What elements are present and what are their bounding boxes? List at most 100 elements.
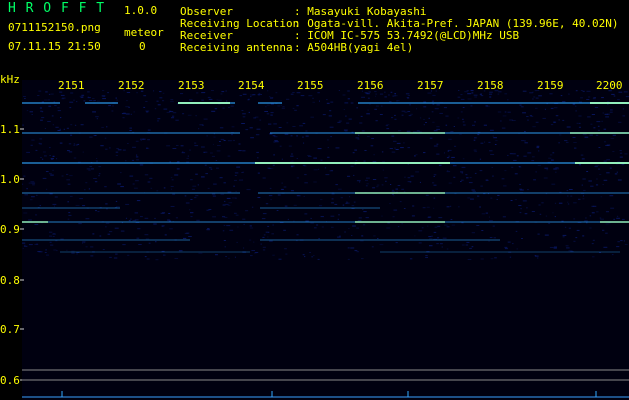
noise-speckle [312,97,314,99]
noise-speckle [149,177,153,179]
noise-speckle [580,97,584,99]
noise-speckle [206,229,210,231]
noise-speckle [446,206,450,208]
noise-speckle [129,130,132,131]
noise-speckle [480,95,484,97]
noise-speckle [262,177,266,179]
noise-speckle [460,98,465,100]
noise-speckle [228,106,230,108]
noise-speckle [178,250,183,252]
noise-speckle [404,111,408,113]
noise-speckle [288,145,292,147]
noise-speckle [114,227,119,229]
noise-speckle [357,220,362,222]
noise-speckle [262,236,265,238]
noise-speckle [231,197,236,199]
noise-speckle [476,225,480,226]
noise-speckle [365,185,368,187]
noise-speckle [531,160,535,162]
noise-speckle [521,238,523,239]
noise-speckle [236,241,238,243]
noise-speckle [501,178,505,180]
noise-speckle [337,121,341,123]
noise-speckle [215,160,218,161]
noise-speckle [305,130,308,132]
noise-speckle [346,201,348,203]
noise-speckle [318,238,320,240]
noise-speckle [320,216,324,218]
noise-speckle [31,139,35,141]
noise-speckle [90,168,94,170]
noise-speckle [535,97,539,99]
noise-speckle [386,124,390,126]
noise-speckle [538,95,542,97]
noise-speckle [373,235,376,237]
noise-speckle [156,190,159,192]
x-tick-label: 2154 [238,79,265,92]
noise-speckle [135,140,139,142]
noise-speckle [584,220,588,222]
noise-speckle [593,97,596,99]
noise-speckle [125,113,130,115]
noise-speckle [453,126,455,127]
noise-speckle [335,147,340,149]
noise-speckle [606,159,610,161]
noise-speckle [104,186,107,188]
noise-speckle [41,117,45,119]
noise-speckle [416,130,420,132]
noise-speckle [463,124,466,126]
noise-speckle [273,123,277,125]
noise-speckle [504,248,508,250]
noise-speckle [115,97,117,99]
noise-speckle [28,219,32,221]
noise-speckle [127,143,129,144]
noise-speckle [365,92,369,94]
noise-speckle [390,91,393,93]
noise-speckle [125,217,128,219]
noise-speckle [432,103,435,105]
noise-speckle [589,134,593,136]
noise-speckle [50,158,54,160]
noise-speckle [294,109,297,111]
noise-speckle [473,94,478,96]
noise-speckle [227,140,232,142]
noise-speckle [320,199,323,201]
noise-speckle [36,194,38,196]
noise-speckle [34,224,39,225]
noise-speckle [22,124,24,126]
noise-speckle [30,181,35,183]
noise-speckle [50,174,54,176]
noise-speckle [84,189,86,191]
noise-speckle [299,125,303,127]
noise-speckle [79,198,83,200]
noise-speckle [49,231,53,233]
noise-speckle [346,202,350,204]
noise-speckle [601,120,603,122]
noise-speckle [616,217,620,219]
noise-speckle [423,106,427,108]
noise-speckle [128,106,130,108]
noise-speckle [372,187,376,189]
noise-speckle [223,140,226,141]
noise-speckle [170,99,174,101]
noise-speckle [270,199,272,201]
noise-speckle [465,244,469,246]
noise-speckle [121,113,126,115]
noise-speckle [210,168,213,170]
noise-speckle [150,187,153,189]
noise-speckle [322,114,326,116]
noise-speckle [60,117,62,119]
noise-speckle [412,205,415,207]
noise-speckle [433,176,435,177]
noise-speckle [102,249,105,250]
noise-speckle [172,112,177,114]
noise-speckle [582,134,587,136]
noise-speckle [360,115,363,117]
noise-speckle [609,195,614,197]
noise-speckle [529,92,533,94]
noise-speckle [329,110,332,112]
noise-speckle [292,126,296,127]
noise-speckle [611,254,614,256]
noise-speckle [407,111,411,112]
noise-speckle [588,180,592,182]
